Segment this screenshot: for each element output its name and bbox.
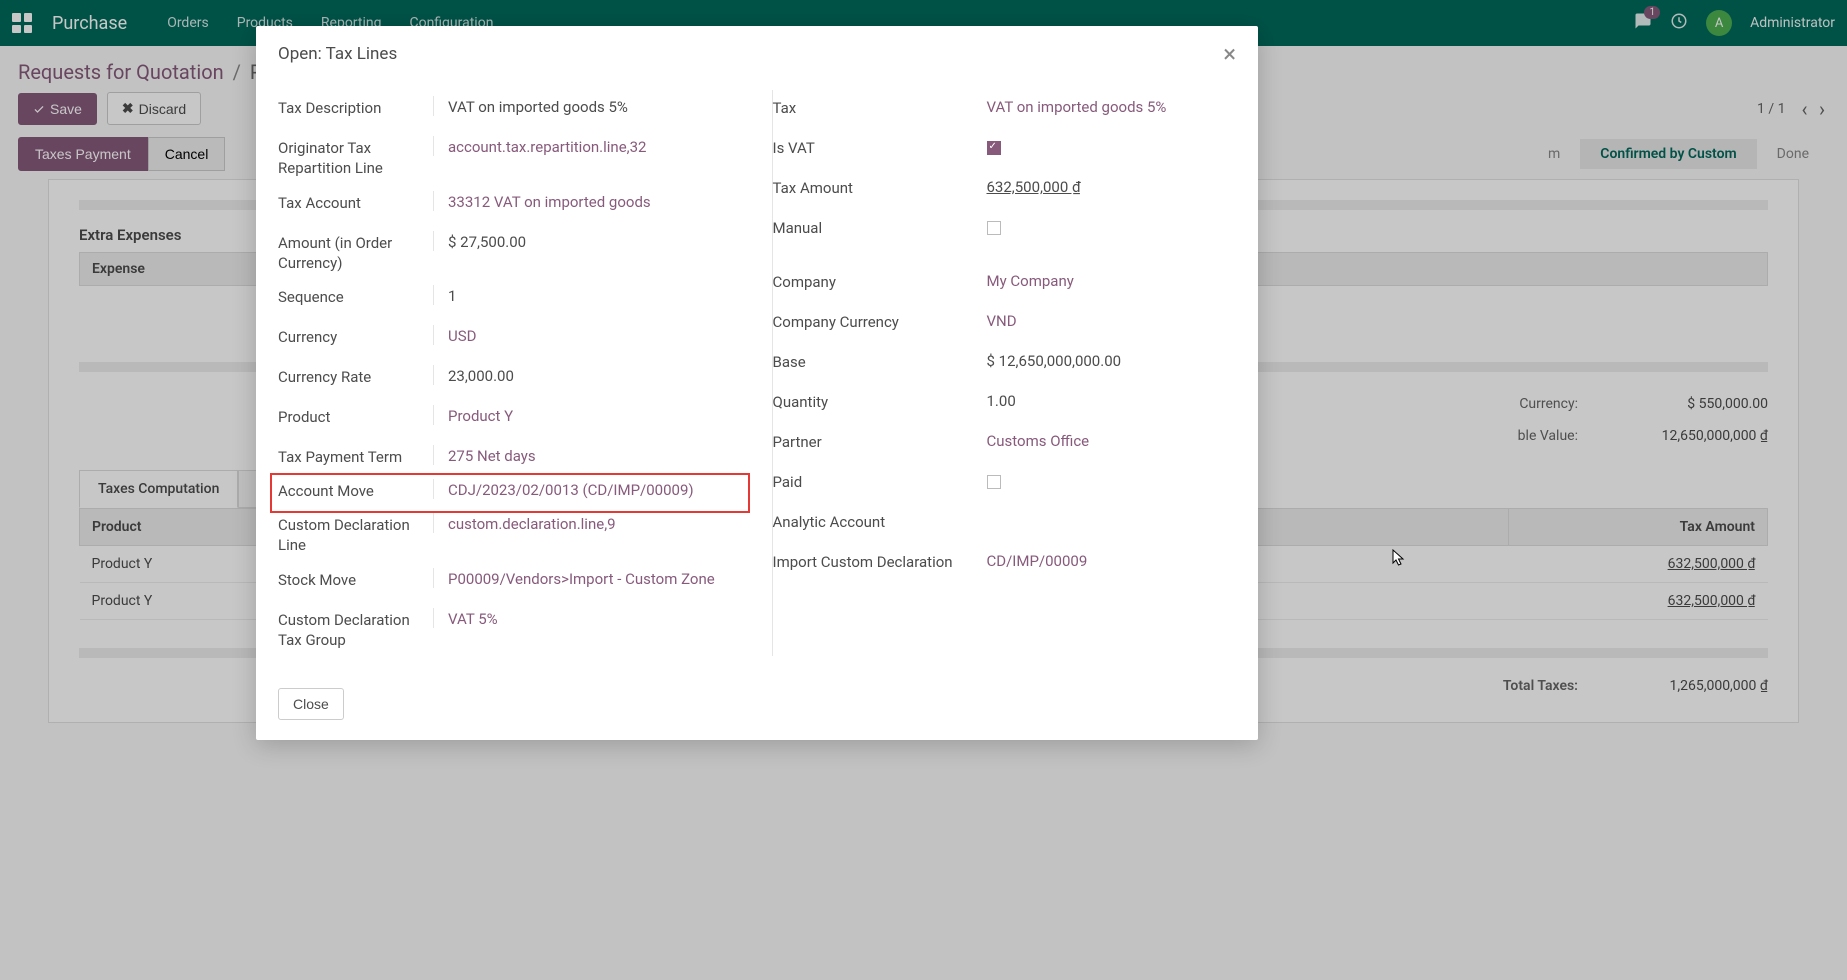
- taxamt-value: 632,500,000 ₫: [973, 176, 1237, 196]
- company-label: Company: [773, 270, 973, 292]
- account-move-value[interactable]: CDJ/2023/02/0013 (CD/IMP/00009): [433, 479, 742, 499]
- manual-label: Manual: [773, 216, 973, 238]
- analytic-label: Analytic Account: [773, 510, 973, 532]
- modal-footer: Close: [256, 674, 1258, 740]
- modal-tax-lines: Open: Tax Lines × Tax DescriptionVAT on …: [256, 26, 1258, 740]
- tax-description-label: Tax Description: [278, 96, 433, 118]
- modal-header: Open: Tax Lines ×: [256, 26, 1258, 80]
- company-value[interactable]: My Company: [973, 270, 1237, 290]
- account-move-label: Account Move: [278, 479, 433, 501]
- qty-value: 1.00: [973, 390, 1237, 410]
- product-label: Product: [278, 405, 433, 427]
- base-label: Base: [773, 350, 973, 372]
- import-value[interactable]: CD/IMP/00009: [973, 550, 1237, 570]
- qty-label: Quantity: [773, 390, 973, 412]
- stock-move-label: Stock Move: [278, 568, 433, 590]
- tax-value[interactable]: VAT on imported goods 5%: [973, 96, 1237, 116]
- partner-label: Partner: [773, 430, 973, 452]
- paid-checkbox[interactable]: [987, 475, 1001, 489]
- ccur-value[interactable]: VND: [973, 310, 1237, 330]
- decl-line-label: Custom Declaration Line: [278, 513, 433, 556]
- analytic-value[interactable]: [973, 510, 1237, 512]
- currency-label: Currency: [278, 325, 433, 347]
- term-label: Tax Payment Term: [278, 445, 433, 467]
- taxamt-label: Tax Amount: [773, 176, 973, 198]
- ccur-label: Company Currency: [773, 310, 973, 332]
- originator-value[interactable]: account.tax.repartition.line,32: [433, 136, 742, 156]
- originator-label: Originator Tax Repartition Line: [278, 136, 433, 179]
- isvat-label: Is VAT: [773, 136, 973, 158]
- term-value[interactable]: 275 Net days: [433, 445, 742, 465]
- isvat-checkbox[interactable]: [987, 141, 1001, 155]
- sequence-value: 1: [433, 285, 742, 305]
- stock-move-value[interactable]: P00009/Vendors>Import - Custom Zone: [433, 568, 742, 588]
- manual-checkbox[interactable]: [987, 221, 1001, 235]
- modal-right-column: TaxVAT on imported goods 5% Is VAT Tax A…: [772, 90, 1237, 656]
- tax-group-label: Custom Declaration Tax Group: [278, 608, 433, 651]
- rate-value: 23,000.00: [433, 365, 742, 385]
- close-icon[interactable]: ×: [1223, 42, 1236, 66]
- currency-value[interactable]: USD: [433, 325, 742, 345]
- close-button[interactable]: Close: [278, 688, 344, 720]
- tax-label: Tax: [773, 96, 973, 118]
- amount-label: Amount (in Order Currency): [278, 231, 433, 274]
- tax-description-value: VAT on imported goods 5%: [433, 96, 742, 116]
- tax-group-value[interactable]: VAT 5%: [433, 608, 742, 628]
- paid-label: Paid: [773, 470, 973, 492]
- import-label: Import Custom Declaration: [773, 550, 973, 572]
- amount-value: $ 27,500.00: [433, 231, 742, 251]
- tax-account-label: Tax Account: [278, 191, 433, 213]
- base-value: $ 12,650,000,000.00: [973, 350, 1237, 370]
- product-value[interactable]: Product Y: [433, 405, 742, 425]
- partner-value[interactable]: Customs Office: [973, 430, 1237, 450]
- modal-left-column: Tax DescriptionVAT on imported goods 5% …: [278, 90, 742, 656]
- modal-title: Open: Tax Lines: [278, 44, 397, 64]
- rate-label: Currency Rate: [278, 365, 433, 387]
- decl-line-value[interactable]: custom.declaration.line,9: [433, 513, 742, 533]
- tax-account-value[interactable]: 33312 VAT on imported goods: [433, 191, 742, 211]
- sequence-label: Sequence: [278, 285, 433, 307]
